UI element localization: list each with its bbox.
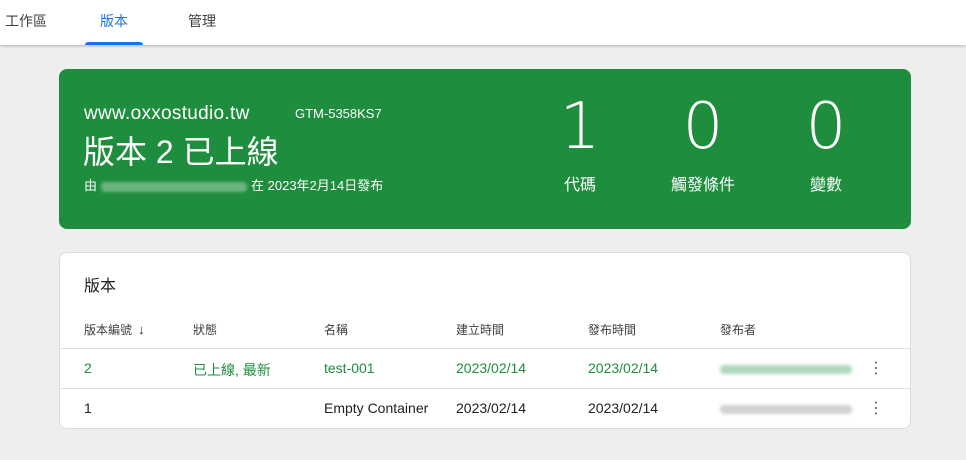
- publisher-redacted: [720, 400, 852, 416]
- version-created: 2023/02/14: [456, 360, 527, 376]
- stat-tags[interactable]: 1 代碼: [555, 87, 605, 195]
- table-row[interactable]: 2 已上線, 最新 test-001 2023/02/14 2023/02/14…: [60, 348, 910, 388]
- table-row[interactable]: 1 Empty Container 2023/02/14 2023/02/14 …: [60, 388, 910, 428]
- version-name-link[interactable]: Empty Container: [324, 400, 428, 416]
- container-site-name: www.oxxostudio.tw: [84, 103, 250, 124]
- stat-triggers[interactable]: 0 觸發條件: [661, 87, 745, 195]
- more-vert-icon[interactable]: ⋮: [866, 399, 886, 419]
- version-created: 2023/02/14: [456, 400, 527, 416]
- stat-variables-label: 變數: [809, 177, 842, 194]
- stat-variables[interactable]: 0 變數: [801, 87, 851, 195]
- column-published: 發布時間: [588, 323, 637, 337]
- stat-tags-label: 代碼: [563, 177, 596, 194]
- version-status: 已上線, 最新: [193, 362, 271, 378]
- publisher-redacted: [720, 360, 852, 376]
- tab-workspace[interactable]: 工作區: [0, 0, 52, 45]
- stat-triggers-count: 0: [682, 90, 724, 164]
- version-name-link[interactable]: test-001: [324, 360, 375, 376]
- tab-admin[interactable]: 管理: [177, 0, 227, 45]
- published-suffix: 在 2023年2月14日發布: [251, 178, 384, 193]
- live-version-card: www.oxxostudio.tw GTM-5358KS7 版本 2 已上線 由…: [59, 69, 911, 229]
- column-status: 狀態: [193, 323, 218, 337]
- arrow-down-icon: ↓: [138, 322, 145, 337]
- column-version-number[interactable]: 版本編號 ↓: [84, 321, 145, 338]
- versions-panel-title: 版本: [84, 278, 117, 295]
- published-info: 由 在 2023年2月14日發布: [84, 175, 383, 194]
- publisher-email-redacted: [101, 181, 248, 192]
- container-id: GTM-5358KS7: [295, 106, 382, 121]
- stat-variables-count: 0: [805, 90, 847, 164]
- column-name: 名稱: [324, 323, 349, 337]
- column-created: 建立時間: [456, 323, 505, 337]
- more-vert-icon[interactable]: ⋮: [866, 359, 886, 379]
- stat-triggers-label: 觸發條件: [670, 177, 735, 194]
- version-published: 2023/02/14: [588, 400, 659, 416]
- version-published: 2023/02/14: [588, 360, 659, 376]
- top-tab-bar: 工作區 版本 管理: [0, 0, 966, 45]
- live-version-title: 版本 2 已上線: [83, 134, 279, 170]
- version-number: 1: [84, 400, 92, 416]
- tab-versions[interactable]: 版本: [85, 0, 143, 45]
- stat-tags-count: 1: [559, 90, 601, 164]
- published-prefix: 由: [84, 178, 98, 193]
- versions-panel: 版本 版本編號 ↓ 狀態 名稱 建立時間 發布時間 發布者 2 已上線, 最新 t…: [59, 252, 911, 429]
- column-publisher: 發布者: [720, 323, 757, 337]
- version-number: 2: [84, 360, 92, 376]
